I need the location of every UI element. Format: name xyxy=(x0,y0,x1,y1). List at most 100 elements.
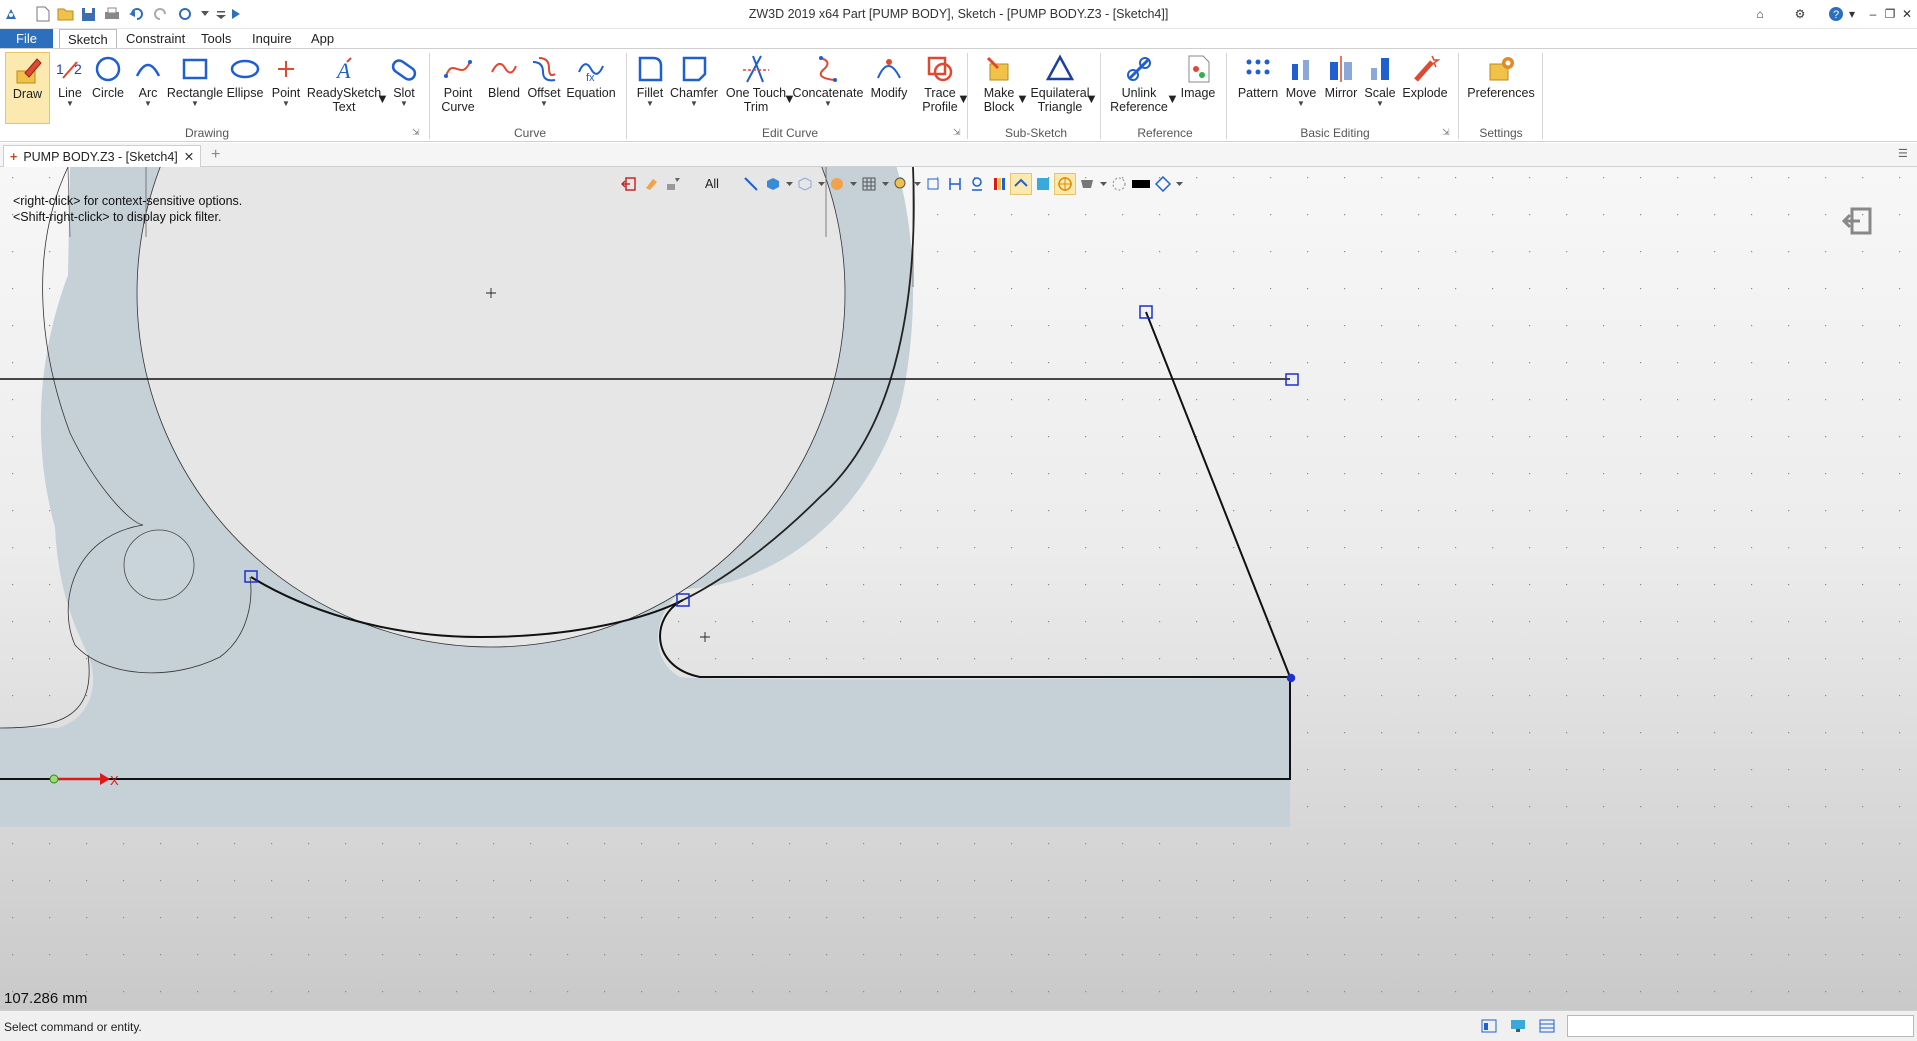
print-icon[interactable] xyxy=(103,5,121,23)
refresh-icon[interactable] xyxy=(176,5,194,23)
redo-icon[interactable] xyxy=(151,5,169,23)
one-touch-trim-button[interactable]: One Touch Trim xyxy=(724,52,788,114)
image-button[interactable]: Image xyxy=(1178,52,1218,100)
unlink-reference-button[interactable]: Unlink Reference xyxy=(1106,52,1172,114)
save-icon[interactable] xyxy=(79,5,97,23)
tab-list-icon[interactable]: ☰ xyxy=(1898,147,1908,160)
draw-button[interactable]: Draw xyxy=(5,52,50,124)
tab-inquire[interactable]: Inquire xyxy=(244,29,300,48)
monitor-icon[interactable] xyxy=(1510,1018,1526,1034)
layout-icon[interactable] xyxy=(1539,1018,1555,1034)
close-icon[interactable]: ✕ xyxy=(1897,4,1917,24)
pick-icon[interactable] xyxy=(740,173,762,195)
scale-dropdown-icon[interactable]: ▼ xyxy=(1376,100,1384,108)
help-icon[interactable]: ? xyxy=(1826,4,1846,24)
arc-button[interactable]: Arc ▼ xyxy=(130,52,166,108)
view-cube-icon[interactable] xyxy=(1152,173,1174,195)
tab-sketch[interactable]: Sketch xyxy=(59,29,117,49)
offset-dropdown-icon[interactable]: ▼ xyxy=(540,100,548,108)
explode-button[interactable]: Explode xyxy=(1401,52,1449,100)
eraser-icon[interactable] xyxy=(640,173,662,195)
chamfer-dropdown-icon[interactable]: ▼ xyxy=(690,100,698,108)
unlink-dropdown-icon[interactable]: ▼ xyxy=(1166,91,1179,106)
line-button[interactable]: 12 Line ▼ xyxy=(52,52,88,108)
curve-connect-icon[interactable] xyxy=(1010,173,1032,195)
pick-filter-select[interactable]: All xyxy=(684,173,740,195)
app-logo-icon[interactable] xyxy=(2,5,20,23)
dotted-circle-icon[interactable] xyxy=(1108,173,1130,195)
chevron-down-icon[interactable] xyxy=(816,173,826,195)
command-input[interactable] xyxy=(1567,1015,1914,1037)
move-button[interactable]: Move ▼ xyxy=(1282,52,1320,108)
new-file-icon[interactable] xyxy=(34,5,52,23)
concatenate-button[interactable]: Concatenate ▼ xyxy=(792,52,864,108)
chevron-down-icon[interactable] xyxy=(784,173,794,195)
make-block-dropdown-icon[interactable]: ▼ xyxy=(1016,91,1029,106)
close-tab-icon[interactable]: ✕ xyxy=(184,149,194,164)
equilateral-triangle-button[interactable]: Equilateral Triangle xyxy=(1028,52,1092,114)
chamfer-button[interactable]: Chamfer ▼ xyxy=(670,52,718,108)
edit-curve-launcher-icon[interactable]: ⇲ xyxy=(953,127,961,138)
handle-point[interactable] xyxy=(1286,673,1296,683)
point-dropdown-icon[interactable]: ▼ xyxy=(282,100,290,108)
zoom-icon[interactable] xyxy=(890,173,912,195)
filter-icon[interactable] xyxy=(662,173,684,195)
basic-editing-launcher-icon[interactable]: ⇲ xyxy=(1442,127,1450,138)
display-icon[interactable] xyxy=(1076,173,1098,195)
tab-app[interactable]: App xyxy=(303,29,342,48)
move-dropdown-icon[interactable]: ▼ xyxy=(1297,100,1305,108)
point-curve-button[interactable]: Point Curve xyxy=(433,52,483,114)
preferences-button[interactable]: Preferences xyxy=(1466,52,1536,100)
scale-button[interactable]: Scale ▼ xyxy=(1362,52,1398,108)
dimension-icon[interactable] xyxy=(944,173,966,195)
tab-file[interactable]: File xyxy=(0,29,53,48)
readysketch-text-button[interactable]: A ReadySketch Text xyxy=(307,52,381,114)
color-icon[interactable] xyxy=(988,173,1010,195)
tab-constraint[interactable]: Constraint xyxy=(118,29,193,48)
render-mode-icon[interactable] xyxy=(826,173,848,195)
pattern-button[interactable]: Pattern xyxy=(1234,52,1282,100)
gear-icon[interactable]: ⚙ xyxy=(1790,4,1810,24)
exit-sketch-large-icon[interactable] xyxy=(1841,207,1872,238)
slot-button[interactable]: Slot ▼ xyxy=(385,52,423,108)
fit-view-icon[interactable] xyxy=(922,173,944,195)
drawing-launcher-icon[interactable]: ⇲ xyxy=(412,127,420,138)
grid-icon[interactable] xyxy=(858,173,880,195)
graphics-viewport[interactable]: X <right-click> for context-sensitive op… xyxy=(0,167,1917,1010)
chevron-down-icon[interactable] xyxy=(1098,173,1108,195)
concatenate-dropdown-icon[interactable]: ▼ xyxy=(824,100,832,108)
circle-button[interactable]: Circle xyxy=(90,52,126,100)
left-fillet[interactable] xyxy=(0,654,90,729)
target-icon[interactable] xyxy=(1054,173,1076,195)
background-color-icon[interactable] xyxy=(1130,173,1152,195)
fillet-dropdown-icon[interactable]: ▼ xyxy=(646,100,654,108)
wireframe-view-icon[interactable] xyxy=(794,173,816,195)
fillet-button[interactable]: Fillet ▼ xyxy=(632,52,668,108)
point-button[interactable]: Point ▼ xyxy=(268,52,304,108)
constraint-display-icon[interactable] xyxy=(966,173,988,195)
exit-sketch-icon[interactable] xyxy=(618,173,640,195)
bolt-hole-circle[interactable] xyxy=(123,529,195,601)
equation-button[interactable]: fx Equation xyxy=(564,52,618,100)
blend-button[interactable]: Blend xyxy=(484,52,524,100)
open-folder-icon[interactable] xyxy=(57,5,75,23)
line-dropdown-icon[interactable]: ▼ xyxy=(66,100,74,108)
mirror-button[interactable]: Mirror xyxy=(1322,52,1360,100)
sketch-canvas[interactable]: X xyxy=(0,167,1917,1010)
pump-body-profile[interactable] xyxy=(0,167,1290,827)
chevron-down-icon[interactable] xyxy=(848,173,858,195)
chevron-down-icon[interactable] xyxy=(1174,173,1184,195)
document-tab[interactable]: + PUMP BODY.Z3 - [Sketch4] ✕ xyxy=(3,145,202,167)
play-icon[interactable] xyxy=(227,5,245,23)
offset-button[interactable]: Offset ▼ xyxy=(524,52,564,108)
slot-dropdown-icon[interactable]: ▼ xyxy=(400,100,408,108)
slanted-line[interactable] xyxy=(1145,311,1291,678)
new-tab-icon[interactable]: + xyxy=(211,146,220,164)
undo-icon[interactable] xyxy=(128,5,146,23)
view-mode-icon[interactable] xyxy=(1481,1018,1497,1034)
tab-tools[interactable]: Tools xyxy=(193,29,239,48)
triangle-dropdown-icon[interactable]: ▼ xyxy=(1085,91,1098,106)
shaded-view-icon[interactable] xyxy=(762,173,784,195)
home-icon[interactable]: ⌂ xyxy=(1750,4,1770,24)
chevron-down-icon[interactable] xyxy=(880,173,890,195)
